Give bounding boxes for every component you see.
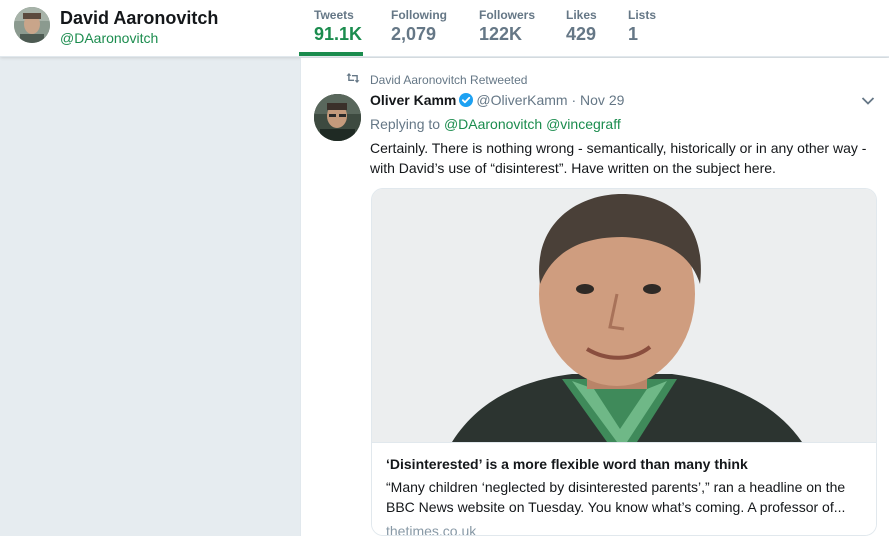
retweet-context[interactable]: David Aaronovitch Retweeted [370,73,527,87]
stat-followers[interactable]: Followers 122K [479,8,535,45]
tweet-header: Oliver Kamm @OliverKamm · Nov 29 [370,92,624,108]
stat-following-value: 2,079 [391,24,437,44]
card-title[interactable]: ‘Disinterested’ is a more flexible word … [386,455,864,473]
mention-link[interactable]: @vincegraff [546,116,621,132]
link-card[interactable]: ‘Disinterested’ is a more flexible word … [371,188,877,536]
mention-link[interactable]: @DAaronovitch [444,116,542,132]
stat-lists-label: Lists [628,8,657,22]
tweet-author-handle[interactable]: @OliverKamm [476,92,567,108]
tweet-text: Certainly. There is nothing wrong - sema… [370,140,867,176]
stat-followers-label: Followers [479,8,536,22]
stat-following[interactable]: Following 2,079 [391,8,447,45]
stat-following-label: Following [391,8,447,22]
replying-to-label: Replying to [370,116,441,132]
tweet-author-avatar[interactable] [314,94,361,141]
stat-tweets[interactable]: Tweets 91.1K [314,8,362,45]
retweet-icon [346,73,360,83]
card-description: “Many children ‘neglected by disinterest… [386,479,846,515]
stat-tweets-value: 91.1K [314,24,363,44]
card-body[interactable]: ‘Disinterested’ is a more flexible word … [372,442,876,535]
timeline: David Aaronovitch Retweeted Oliver Kamm … [300,58,889,536]
profile-avatar[interactable] [14,7,50,43]
tweet-timestamp[interactable]: · Nov 29 [571,92,624,108]
stat-likes[interactable]: Likes 429 [566,8,597,45]
stat-followers-value: 122K [479,24,523,44]
card-image[interactable] [372,189,876,442]
chevron-down-icon[interactable] [861,96,875,106]
stat-tweets-label: Tweets [314,8,354,22]
tweet-author-name[interactable]: Oliver Kamm [370,92,456,108]
verified-badge-icon [459,93,474,107]
active-tab-indicator [299,52,363,56]
stat-likes-label: Likes [566,8,597,22]
stat-lists-value: 1 [628,24,639,44]
profile-handle[interactable]: @DAaronovitch [60,30,158,46]
stat-likes-value: 429 [566,24,597,44]
profile-nav-bar: David Aaronovitch @DAaronovitch Tweets 9… [0,0,889,57]
replying-to-line: Replying to @DAaronovitch @vincegraff [370,116,621,132]
stat-lists[interactable]: Lists 1 [628,8,656,45]
card-domain[interactable]: thetimes.co.uk [386,523,864,535]
profile-name[interactable]: David Aaronovitch [60,8,218,29]
